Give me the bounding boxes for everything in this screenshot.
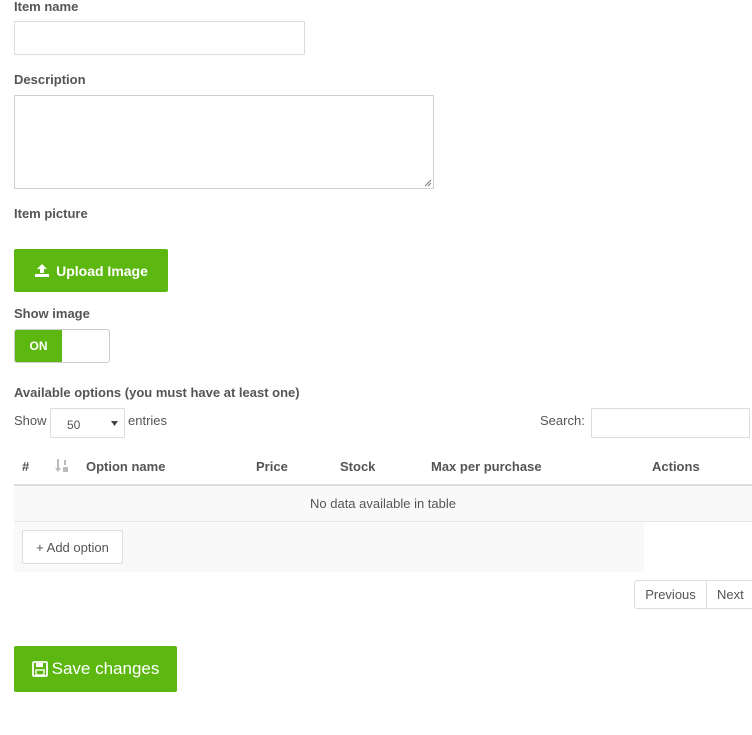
pagination-next-button[interactable]: Next [706, 580, 752, 609]
save-icon [31, 661, 48, 677]
upload-image-label: Upload Image [56, 262, 148, 279]
sort-numeric-icon[interactable] [55, 458, 71, 474]
entries-value: 50 [67, 418, 81, 432]
description-label: Description [14, 72, 86, 87]
show-image-toggle[interactable]: ON [14, 329, 110, 363]
entries-select[interactable]: 50 [50, 408, 125, 438]
pagination-previous-button[interactable]: Previous [634, 580, 707, 609]
column-header-option-name[interactable]: Option name [86, 459, 165, 474]
column-header-stock[interactable]: Stock [340, 459, 375, 474]
item-edit-form: Item name Description Item picture Uploa… [0, 0, 752, 735]
item-name-input[interactable] [14, 21, 305, 55]
entries-label: entries [128, 413, 168, 428]
table-empty-row: No data available in table [14, 486, 752, 521]
save-changes-button[interactable]: Save changes [14, 646, 177, 692]
select-caret-icon [111, 421, 118, 426]
options-heading: Available options (you must have at leas… [14, 385, 300, 400]
column-header-number[interactable]: # [22, 459, 29, 474]
toggle-on-state: ON [15, 330, 62, 362]
add-option-button[interactable]: + Add option [22, 530, 123, 564]
search-label: Search: [540, 413, 585, 428]
description-textarea[interactable] [14, 95, 434, 189]
search-input[interactable] [591, 408, 750, 438]
item-name-label: Item name [14, 0, 79, 14]
column-header-price[interactable]: Price [256, 459, 288, 474]
column-header-actions[interactable]: Actions [652, 459, 700, 474]
resize-grip-icon[interactable] [424, 179, 432, 187]
item-picture-label: Item picture [14, 206, 88, 221]
save-changes-label: Save changes [51, 659, 160, 678]
upload-icon [35, 264, 50, 277]
show-image-label: Show image [14, 306, 90, 321]
show-entries-label: Show [14, 413, 47, 428]
upload-image-button[interactable]: Upload Image [14, 249, 168, 292]
column-header-max-per-purchase[interactable]: Max per purchase [431, 459, 542, 474]
table-empty-message: No data available in table [310, 496, 456, 511]
